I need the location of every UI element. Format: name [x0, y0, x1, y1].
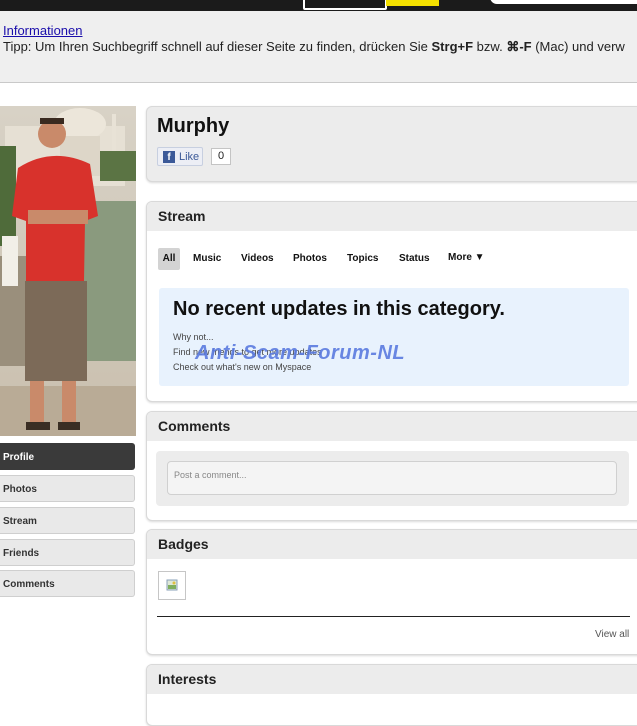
tab-status[interactable]: Status [399, 253, 430, 264]
tab-all[interactable]: All [158, 248, 180, 270]
comment-input[interactable]: Post a comment... [167, 461, 617, 495]
profile-name: Murphy [157, 115, 230, 137]
nav-comments[interactable]: Comments [0, 570, 135, 597]
empty-state-title: No recent updates in this category. [173, 298, 505, 320]
like-count: 0 [211, 148, 231, 165]
info-bar: Informationen Tipp: Um Ihren Suchbegriff… [0, 11, 637, 83]
nav-photos[interactable]: Photos [0, 475, 135, 502]
tip-shortcut-mac: ⌘-F [506, 39, 532, 54]
top-navigation-bar [0, 0, 637, 11]
empty-state-box: No recent updates in this category. Why … [159, 288, 629, 386]
badge-image-icon[interactable] [158, 571, 186, 600]
profile-photo[interactable] [0, 106, 136, 436]
view-all-link[interactable]: View all [595, 629, 629, 640]
comments-title: Comments [147, 412, 637, 441]
tip-shortcut-windows: Strg+F [431, 39, 474, 54]
tip-text-end: (Mac) und verw [531, 39, 625, 54]
like-label: Like [179, 151, 200, 163]
comment-composer: Post a comment... [156, 451, 629, 506]
search-tip: Tipp: Um Ihren Suchbegriff schnell auf d… [3, 39, 625, 55]
interests-title: Interests [147, 665, 637, 694]
nav-profile[interactable]: Profile [0, 443, 135, 470]
nav-stream[interactable]: Stream [0, 507, 135, 534]
watermark-text: Anti-Scam-Forum-NL [195, 342, 406, 364]
badges-divider [157, 616, 630, 617]
badges-card: Badges View all [146, 529, 637, 655]
tab-more[interactable]: More ▼ [448, 252, 485, 263]
stream-card: Stream All Music Videos Photos Topics St… [146, 201, 637, 402]
tab-topics[interactable]: Topics [347, 253, 378, 264]
site-logo[interactable] [303, 0, 387, 10]
comments-card: Comments Post a comment... [146, 411, 637, 521]
stream-title: Stream [147, 202, 637, 231]
facebook-like-button[interactable]: f Like [157, 147, 203, 166]
tab-music[interactable]: Music [193, 253, 221, 264]
tab-photos[interactable]: Photos [293, 253, 327, 264]
highlight-button[interactable] [386, 0, 439, 6]
profile-header-card: Murphy f Like 0 [146, 106, 637, 182]
facebook-icon: f [163, 151, 175, 163]
tab-videos[interactable]: Videos [241, 253, 274, 264]
information-link[interactable]: Informationen [3, 23, 83, 38]
nav-friends[interactable]: Friends [0, 539, 135, 566]
interests-card: Interests [146, 664, 637, 726]
tip-text: Tipp: Um Ihren Suchbegriff schnell auf d… [3, 39, 432, 54]
tip-text-mid: bzw. [473, 39, 507, 54]
empty-state-hint: Why not... [173, 332, 214, 342]
search-input[interactable] [490, 0, 637, 4]
badges-title: Badges [147, 530, 637, 559]
